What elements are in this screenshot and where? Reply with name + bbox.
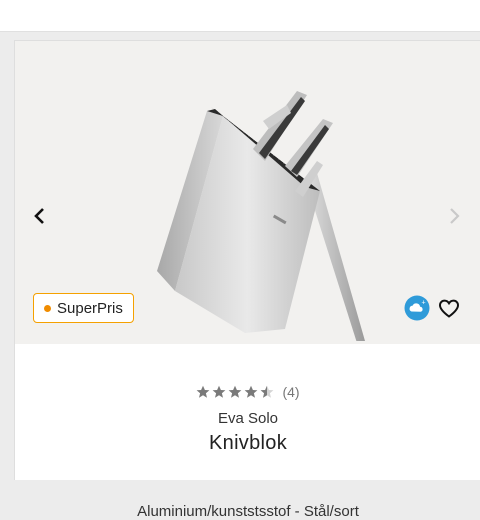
star-icon [197, 385, 210, 398]
star-icon [229, 385, 242, 398]
product-image [157, 91, 365, 341]
badge-dot-icon [44, 304, 51, 312]
star-half-icon [261, 385, 274, 398]
chevron-left-icon [34, 208, 44, 224]
chevron-right-icon [450, 208, 460, 224]
review-count[interactable]: (4) [282, 384, 299, 400]
product-title[interactable]: Knivblok [15, 432, 480, 455]
carousel-prev-button[interactable] [27, 202, 51, 230]
product-image-carousel[interactable]: SuperPris + [15, 41, 480, 344]
top-bar [0, 0, 480, 32]
carousel-next-button[interactable] [443, 202, 467, 230]
heart-outline-icon[interactable] [437, 296, 461, 320]
star-icon [245, 385, 258, 398]
cloud-plus-icon[interactable]: + [404, 295, 430, 321]
rating-row[interactable]: (4) [15, 381, 480, 403]
product-brand: Eva Solo [217, 410, 279, 427]
star-icon [213, 385, 226, 398]
product-material: Aluminium/kunststsstof - Stål/sort [137, 503, 359, 520]
svg-text:+: + [422, 300, 426, 307]
badge-label: SuperPris [57, 299, 123, 317]
superpris-badge: SuperPris [33, 293, 134, 323]
product-card[interactable]: SuperPris + (4) Eva Solo Knivblok Alumin… [14, 40, 480, 520]
